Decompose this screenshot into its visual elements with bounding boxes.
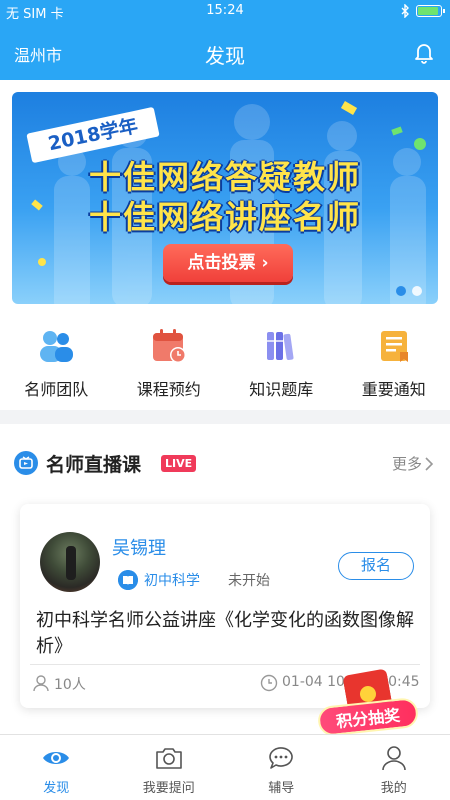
tab-label: 发现 [43, 781, 70, 796]
main-content: 2018学年 十佳网络答疑教师 十佳网络讲座名师 点击投票 › 名师团队 课程预… [0, 80, 450, 734]
quick-link-team[interactable]: 名师团队 [0, 320, 113, 406]
banner-headline-2: 十佳网络讲座名师 [88, 198, 361, 236]
section-title: 名师直播课 [46, 454, 142, 476]
tab-label: 辅导 [268, 781, 295, 796]
quick-link-schedule[interactable]: 课程预约 [113, 320, 226, 406]
live-section-header: 名师直播课 LIVE 更多 [0, 442, 450, 486]
person-icon [33, 675, 49, 692]
quick-link-label: 知识题库 [249, 380, 314, 399]
quick-link-label: 名师团队 [24, 380, 89, 399]
navbar: 温州市 发现 [0, 22, 450, 80]
clock: 15:24 [206, 3, 244, 18]
notice-icon [380, 331, 408, 362]
quick-links: 名师团队 课程预约 知识题库 重要通知 [0, 320, 450, 406]
chevron-right-icon [425, 457, 434, 471]
tab-discover[interactable]: 发现 [0, 735, 113, 800]
tab-tutoring[interactable]: 辅导 [225, 735, 338, 800]
eye-icon [43, 752, 70, 764]
carousel-dot[interactable] [396, 286, 406, 296]
quick-link-label: 重要通知 [361, 380, 426, 399]
bluetooth-icon [401, 4, 409, 18]
clock-icon [260, 674, 278, 692]
quick-link-label: 课程预约 [136, 380, 201, 399]
lottery-label: 积分抽奖 [316, 696, 420, 734]
divider [0, 410, 450, 424]
calendar-icon [152, 329, 186, 363]
chat-icon [269, 747, 294, 769]
status-bar: 无 SIM 卡 15:24 [0, 0, 450, 22]
course-description: 初中科学名师公益讲座《化学变化的函数图像解析》 [36, 610, 414, 657]
header: 无 SIM 卡 15:24 温州市 发现 [0, 0, 450, 80]
tab-ask[interactable]: 我要提问 [113, 735, 226, 800]
battery-icon [416, 5, 445, 17]
card-divider [30, 664, 420, 665]
tab-label: 我要提问 [142, 781, 195, 796]
quick-link-question-bank[interactable]: 知识题库 [225, 320, 338, 406]
tv-icon [14, 451, 38, 475]
teacher-name: 吴锡理 [112, 538, 166, 559]
carousel-dots [396, 286, 422, 296]
more-link[interactable]: 更多 [392, 453, 434, 474]
camera-icon [155, 748, 182, 769]
tab-profile[interactable]: 我的 [338, 735, 450, 800]
books-icon [267, 332, 294, 361]
quick-link-notice[interactable]: 重要通知 [338, 320, 450, 406]
vote-button[interactable]: 点击投票 › [163, 244, 293, 282]
tab-bar: 发现 我要提问 辅导 我的 [0, 734, 450, 800]
vote-banner[interactable]: 2018学年 十佳网络答疑教师 十佳网络讲座名师 点击投票 › [12, 92, 438, 304]
carousel-dot[interactable] [412, 286, 422, 296]
tab-label: 我的 [380, 781, 407, 796]
page-title: 发现 [205, 44, 245, 68]
bell-icon[interactable] [412, 40, 436, 64]
user-icon [381, 746, 406, 771]
enroll-button[interactable]: 报名 [338, 552, 414, 580]
lottery-badge[interactable]: 积分抽奖 [316, 668, 420, 734]
team-icon [40, 331, 74, 362]
more-label: 更多 [391, 455, 422, 473]
live-badge: LIVE [161, 455, 197, 472]
book-icon [118, 570, 138, 590]
avatar [40, 532, 100, 592]
attendee-count: 10人 [54, 677, 86, 693]
status-label: 未开始 [228, 573, 270, 589]
subject-label: 初中科学 [144, 573, 200, 589]
